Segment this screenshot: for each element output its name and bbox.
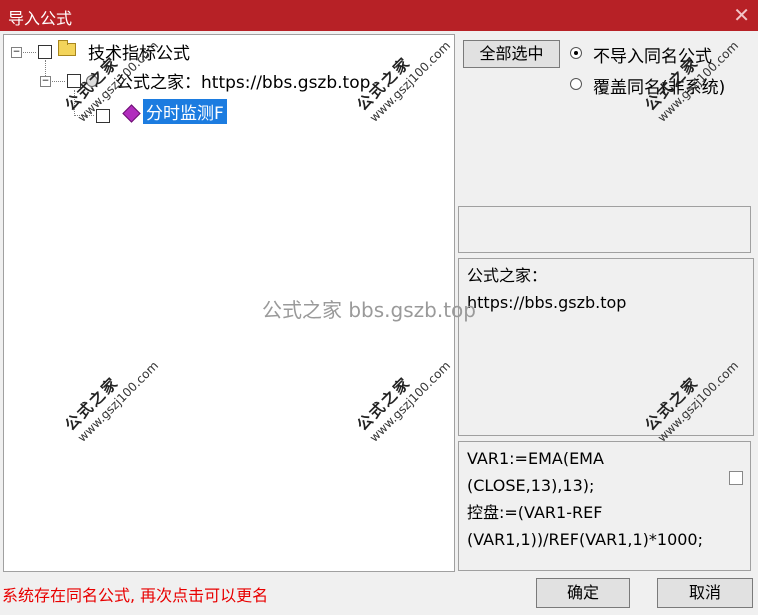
child-checkbox[interactable]	[67, 74, 81, 88]
title-bar: 导入公式 ✕	[0, 0, 758, 31]
collapse-root-icon[interactable]: −	[11, 47, 22, 58]
formula-group-icon	[86, 75, 98, 87]
code-line: 控盘:=(VAR1-REF	[467, 503, 603, 522]
folder-icon	[58, 40, 76, 56]
code-line: VAR1:=EMA(EMA	[467, 449, 604, 468]
tree-root-label[interactable]: 技术指标公式	[88, 39, 190, 64]
description-line-1: 公式之家：	[467, 266, 548, 285]
formula-code: VAR1:=EMA(EMA (CLOSE,13),13); 控盘:=(VAR1-…	[467, 445, 703, 553]
window-title: 导入公式	[8, 9, 73, 28]
tree-connector	[74, 115, 94, 116]
code-line: (CLOSE,13),13);	[467, 476, 595, 495]
name-field[interactable]	[458, 206, 751, 253]
watermark-title: 公式之家	[641, 53, 703, 115]
description-panel: 公式之家： https://bbs.gszb.top	[458, 258, 754, 436]
code-checkbox[interactable]	[729, 471, 743, 485]
leaf-checkbox[interactable]	[96, 109, 110, 123]
collapse-child-icon[interactable]: −	[40, 76, 51, 87]
status-message: 系统存在同名公式, 再次点击可以更名	[2, 586, 269, 605]
close-icon[interactable]: ✕	[733, 3, 750, 27]
code-line: (VAR1,1))/REF(VAR1,1)*1000;	[467, 530, 703, 549]
root-checkbox[interactable]	[38, 45, 52, 59]
formula-code-panel: VAR1:=EMA(EMA (CLOSE,13),13); 控盘:=(VAR1-…	[458, 441, 751, 571]
description-line-2: https://bbs.gszb.top	[467, 293, 627, 312]
tree-leaf-label[interactable]: 分时监测F	[143, 99, 227, 124]
center-watermark: 公式之家 bbs.gszb.top	[262, 298, 476, 322]
cancel-button[interactable]: 取消	[657, 578, 753, 608]
radio-no-import[interactable]	[570, 47, 582, 59]
ok-button[interactable]: 确定	[536, 578, 630, 608]
tree-connector	[74, 90, 75, 116]
radio-no-import-label[interactable]: 不导入同名公式	[593, 42, 712, 67]
select-all-button[interactable]: 全部选中	[463, 40, 560, 68]
radio-overwrite[interactable]	[570, 78, 582, 90]
description-text: 公式之家： https://bbs.gszb.top	[467, 262, 626, 316]
tree-child-label[interactable]: 公式之家：https://bbs.gszb.top	[116, 68, 370, 93]
radio-overwrite-label[interactable]: 覆盖同名(非系统)	[593, 73, 725, 98]
formula-icon	[122, 104, 141, 123]
